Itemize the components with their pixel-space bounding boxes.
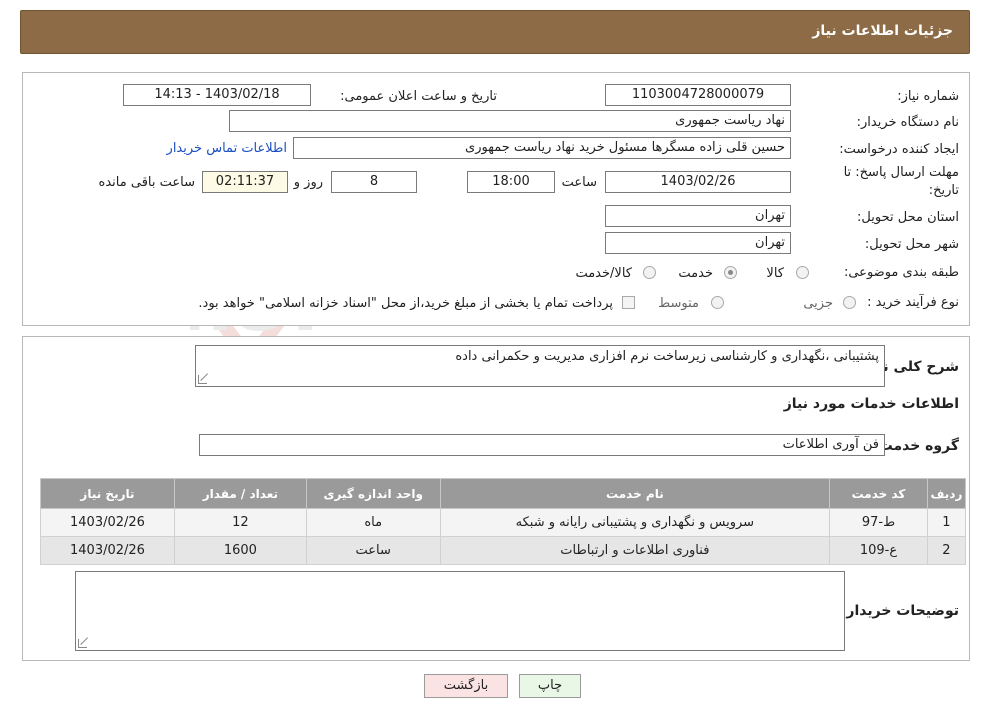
cell-unit: ماه <box>305 508 441 537</box>
services-table: ردیف کد خدمت نام خدمت واحد اندازه گیری ت… <box>40 478 967 565</box>
creator-field: حسین قلی زاده مسگرها مسئول خرید نهاد ریا… <box>293 137 791 159</box>
days-field: 8 <box>331 171 417 193</box>
need-number-field: 1103004728000079 <box>605 84 791 106</box>
purchase-option-medium: متوسط <box>658 296 699 311</box>
page-title: جزئیات اطلاعات نیاز <box>812 23 953 39</box>
cell-service-name: فناوری اطلاعات و ارتباطات <box>439 536 831 565</box>
remaining-label: ساعت باقی مانده <box>98 175 195 190</box>
remaining-time-field: 02:11:37 <box>202 171 288 193</box>
purchase-radio-small[interactable] <box>843 296 856 309</box>
cell-row-number: 2 <box>926 536 967 565</box>
table-row: 2 ع-109 فناوری اطلاعات و ارتباطات ساعت 1… <box>40 536 967 565</box>
col-quantity: تعداد / مقدار <box>173 478 307 509</box>
service-group-field: فن آوری اطلاعات <box>199 434 885 456</box>
cell-service-name: سرویس و نگهداری و پشتیبانی رایانه و شبکه <box>439 508 831 537</box>
purchase-radio-medium[interactable] <box>711 296 724 309</box>
announce-field: 1403/02/18 - 14:13 <box>123 84 311 106</box>
description-textarea[interactable]: پشتیبانی ،نگهداری و کارشناسی زیرساخت نرم… <box>195 345 885 387</box>
announce-label: تاریخ و ساعت اعلان عمومی: <box>340 89 497 104</box>
deadline-time-label: ساعت <box>561 175 597 190</box>
buyer-org-field: نهاد ریاست جمهوری <box>229 110 791 132</box>
creator-label: ایجاد کننده درخواست: <box>839 142 959 157</box>
treasury-payment-checkbox[interactable] <box>622 296 635 309</box>
need-info-panel: شماره نیاز: 1103004728000079 تاریخ و ساع… <box>22 72 970 326</box>
category-option-service: خدمت <box>678 266 713 281</box>
services-table-header: ردیف کد خدمت نام خدمت واحد اندازه گیری ت… <box>40 478 967 509</box>
cell-row-number: 1 <box>926 508 967 537</box>
province-field: تهران <box>605 205 791 227</box>
category-radio-goods[interactable] <box>796 266 809 279</box>
category-option-goods-service: کالا/خدمت <box>575 266 632 281</box>
cell-quantity: 1600 <box>173 536 307 565</box>
col-row-number: ردیف <box>926 478 967 509</box>
resize-grip-icon <box>78 639 87 648</box>
purchase-type-label: نوع فرآیند خرید : <box>867 295 959 310</box>
need-number-label: شماره نیاز: <box>897 89 959 104</box>
resize-grip-icon <box>198 375 207 384</box>
city-field: تهران <box>605 232 791 254</box>
province-label: استان محل تحویل: <box>857 210 959 225</box>
col-need-date: تاریخ نیاز <box>40 478 175 509</box>
description-text: پشتیبانی ،نگهداری و کارشناسی زیرساخت نرم… <box>455 349 879 364</box>
buyer-contact-link[interactable]: اطلاعات تماس خریدار <box>167 141 287 156</box>
treasury-payment-note: پرداخت تمام یا بخشی از مبلغ خرید،از محل … <box>198 296 613 311</box>
days-label: روز و <box>293 175 323 190</box>
category-radio-service[interactable] <box>724 266 737 279</box>
buyer-notes-textarea[interactable] <box>75 571 845 651</box>
buyer-org-label: نام دستگاه خریدار: <box>856 115 959 130</box>
table-row: 1 ط-97 سرویس و نگهداری و پشتیبانی رایانه… <box>40 508 967 537</box>
services-panel: شرح کلی نیاز: پشتیبانی ،نگهداری و کارشنا… <box>22 336 970 661</box>
col-service-code: کد خدمت <box>829 478 928 509</box>
category-option-goods: کالا <box>766 266 784 281</box>
deadline-label-line2: تاریخ: <box>928 183 959 198</box>
deadline-label-line1: مهلت ارسال پاسخ: تا <box>843 165 959 180</box>
deadline-time-field: 18:00 <box>467 171 555 193</box>
category-radio-goods-service[interactable] <box>643 266 656 279</box>
purchase-option-small: جزیی <box>803 296 833 311</box>
category-label: طبقه بندی موضوعی: <box>843 265 959 280</box>
print-button[interactable]: چاپ <box>519 674 581 698</box>
service-group-label: گروه خدمت: <box>873 438 959 454</box>
services-section-title: اطلاعات خدمات مورد نیاز <box>783 396 959 412</box>
city-label: شهر محل تحویل: <box>864 237 959 252</box>
col-unit: واحد اندازه گیری <box>305 478 441 509</box>
buyer-notes-label: توضیحات خریدار: <box>840 603 959 619</box>
deadline-date-field: 1403/02/26 <box>605 171 791 193</box>
cell-service-code: ع-109 <box>829 536 928 565</box>
cell-need-date: 1403/02/26 <box>40 536 175 565</box>
cell-quantity: 12 <box>173 508 307 537</box>
col-service-name: نام خدمت <box>439 478 831 509</box>
back-button[interactable]: بازگشت <box>424 674 508 698</box>
cell-need-date: 1403/02/26 <box>40 508 175 537</box>
cell-unit: ساعت <box>305 536 441 565</box>
page-header: جزئیات اطلاعات نیاز <box>20 10 970 54</box>
cell-service-code: ط-97 <box>829 508 928 537</box>
